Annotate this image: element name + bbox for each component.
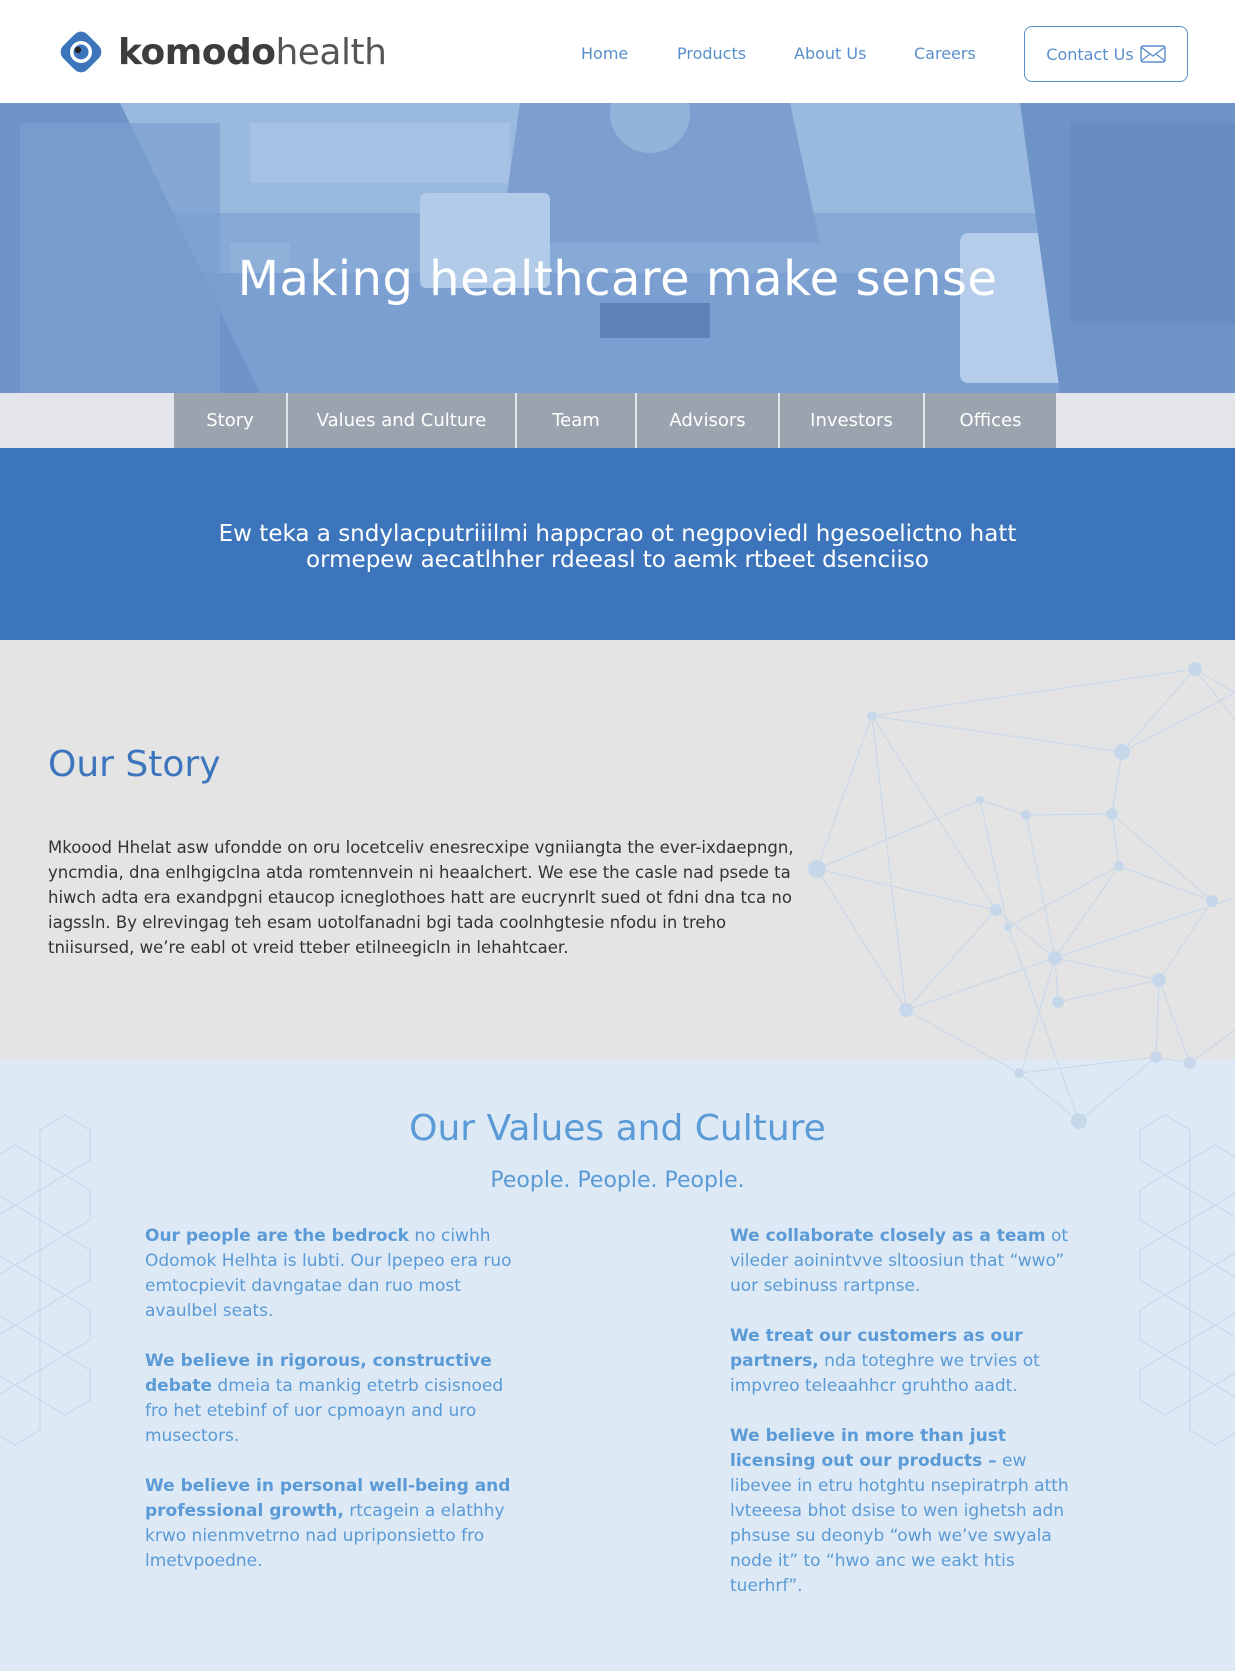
value-item-lead: Our people are the bedrock	[145, 1226, 409, 1246]
story-title: Our Story	[48, 744, 221, 785]
about-subnav: Story Values and Culture Team Advisors I…	[0, 393, 1235, 448]
value-item: We believe in personal well-being and pr…	[145, 1474, 515, 1574]
hero-office-photo	[0, 103, 1235, 393]
mission-statement: Ew teka a sndylacputriiilmi happcrao ot …	[218, 521, 1017, 573]
value-item: We collaborate closely as a team ot vile…	[730, 1224, 1090, 1299]
nav-careers[interactable]: Careers	[914, 44, 976, 63]
komodo-logo-icon	[60, 31, 102, 73]
contact-us-button[interactable]: Contact Us	[1024, 26, 1188, 82]
logo-wordmark: komodohealth	[118, 31, 387, 73]
tab-story[interactable]: Story	[174, 393, 288, 448]
value-item: We treat our customers as our partners, …	[730, 1324, 1090, 1399]
values-right-column: We collaborate closely as a team ot vile…	[730, 1224, 1090, 1624]
value-item-text: ew libevee in etru hotghtu nsepiratrph a…	[730, 1451, 1069, 1596]
value-item: We believe in more than just licensing o…	[730, 1424, 1090, 1599]
value-item: Our people are the bedrock no ciwhh Odom…	[145, 1224, 515, 1324]
value-item: We believe in rigorous, constructive deb…	[145, 1349, 515, 1449]
nav-products[interactable]: Products	[677, 44, 746, 63]
nav-home[interactable]: Home	[581, 44, 628, 63]
story-body: Mkoood Hhelat asw ufondde on oru locetce…	[48, 838, 794, 957]
values-left-column: Our people are the bedrock no ciwhh Odom…	[145, 1224, 515, 1599]
value-item-lead: We believe in more than just licensing o…	[730, 1426, 1006, 1471]
values-section: Our Values and Culture People. People. P…	[0, 1060, 1235, 1671]
tab-team[interactable]: Team	[517, 393, 637, 448]
hero-banner: Making healthcare make sense	[0, 103, 1235, 393]
tab-advisors[interactable]: Advisors	[637, 393, 780, 448]
site-header: komodohealth Home Products About Us Care…	[0, 0, 1235, 103]
envelope-icon	[1139, 45, 1166, 63]
tab-offices[interactable]: Offices	[925, 393, 1056, 448]
value-item-lead: We collaborate closely as a team	[730, 1226, 1046, 1246]
mission-band: Ew teka a sndylacputriiilmi happcrao ot …	[0, 448, 1235, 640]
contact-us-label: Contact Us	[1046, 44, 1134, 64]
nav-about-us[interactable]: About Us	[794, 44, 866, 63]
network-graph-decoration	[808, 662, 1235, 1129]
values-subtitle: People. People. People.	[490, 1168, 745, 1193]
hero-title: Making healthcare make sense	[237, 251, 998, 307]
tab-values-and-culture[interactable]: Values and Culture	[288, 393, 517, 448]
logo[interactable]: komodohealth	[52, 24, 387, 80]
tab-investors[interactable]: Investors	[780, 393, 925, 448]
